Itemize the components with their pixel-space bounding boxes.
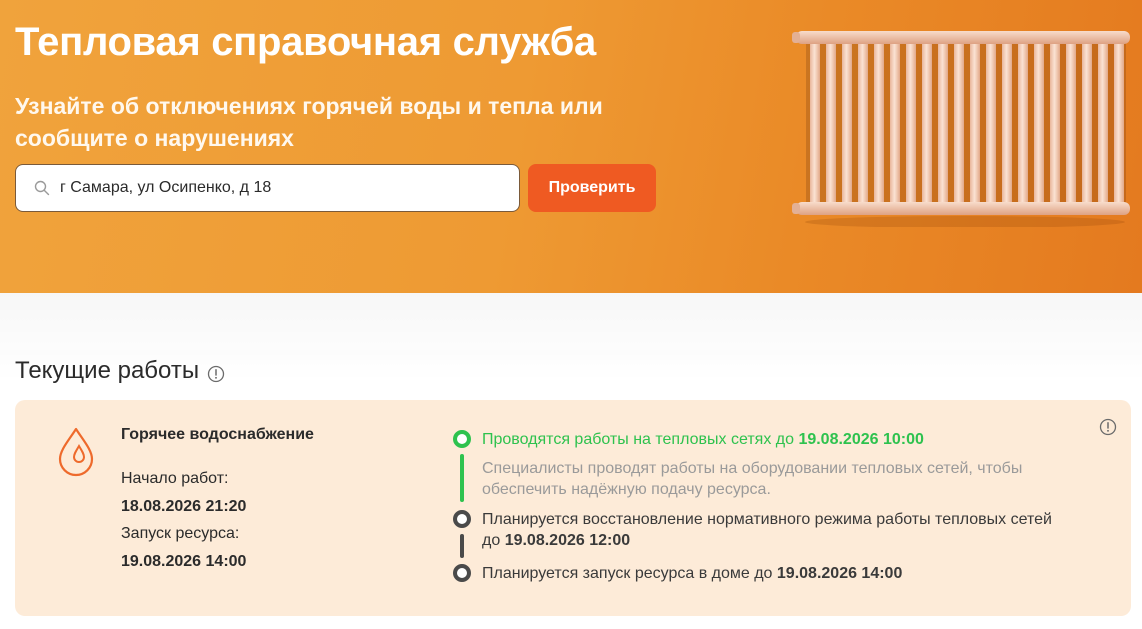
- timeline-connector: [460, 454, 464, 502]
- radiator-fin: [826, 36, 836, 212]
- radiator-fin: [1098, 36, 1108, 212]
- radiator-fin: [954, 36, 964, 212]
- radiator-fin: [922, 36, 932, 212]
- check-button[interactable]: Проверить: [528, 164, 656, 212]
- works-card: Горячее водоснабжение Начало работ: 18.0…: [15, 400, 1131, 616]
- radiator-fin: [858, 36, 868, 212]
- radiator-fin: [906, 36, 916, 212]
- hero-subtitle: Узнайте об отключениях горячей воды и те…: [15, 93, 603, 151]
- timeline-step-1-date: 19.08.2026 10:00: [798, 431, 924, 448]
- radiator-fin: [1002, 36, 1012, 212]
- timeline-step-3-text: Планируется запуск ресурса в доме до: [482, 565, 777, 582]
- info-icon[interactable]: [1099, 418, 1117, 436]
- radiator-fin: [1114, 36, 1124, 212]
- info-icon[interactable]: [207, 362, 225, 383]
- radiator-fin: [1082, 36, 1092, 212]
- timeline-step-2-text: Планируется восстановление нормативного …: [482, 511, 1052, 528]
- timeline-step-2-text-line2: до: [482, 532, 505, 549]
- page-title: Тепловая справочная служба: [15, 20, 596, 64]
- radiator-fin: [842, 36, 852, 212]
- radiator-fin: [970, 36, 980, 212]
- timeline-dot-active: [453, 430, 471, 448]
- service-name: Горячее водоснабжение: [121, 426, 314, 443]
- timeline-connector: [460, 534, 464, 558]
- timeline-step-1-text: Проводятся работы на тепловых сетях до: [482, 431, 799, 448]
- radiator-fin: [874, 36, 884, 212]
- current-works-title: Текущие работы: [15, 357, 200, 384]
- launch-value: 19.08.2026 14:00: [121, 553, 247, 570]
- launch-label: Запуск ресурса:: [121, 525, 240, 542]
- timeline-dot-pending: [453, 564, 471, 582]
- start-label: Начало работ:: [121, 470, 229, 487]
- radiator-fin: [1034, 36, 1044, 212]
- timeline-step-3: Планируется запуск ресурса в доме до 19.…: [482, 563, 902, 584]
- timeline-step-3-date: 19.08.2026 14:00: [776, 565, 903, 582]
- address-search-box[interactable]: [15, 164, 520, 212]
- radiator-fin: [810, 36, 820, 212]
- hero-banner: Тепловая справочная служба Узнайте об от…: [0, 0, 1142, 293]
- radiator-fin: [890, 36, 900, 212]
- timeline-step-2-date: 19.08.2026 12:00: [504, 532, 631, 549]
- timeline-step-1: Проводятся работы на тепловых сетях до 1…: [482, 429, 924, 450]
- current-works-heading: Текущие работы: [15, 357, 225, 385]
- timeline-step-2: Планируется восстановление нормативного …: [482, 509, 1052, 551]
- water-drop-icon: [58, 427, 94, 477]
- radiator-fin: [1050, 36, 1060, 212]
- radiator-fin: [1018, 36, 1028, 212]
- address-search-input[interactable]: [60, 179, 519, 197]
- radiator-fin: [1066, 36, 1076, 212]
- radiator-illustration: [792, 31, 1130, 227]
- radiator-fin: [938, 36, 948, 212]
- timeline-step-1-description: Специалисты проводят работы на оборудова…: [482, 460, 1023, 498]
- radiator-fin: [986, 36, 996, 212]
- timeline-dot-pending: [453, 510, 471, 528]
- search-icon: [34, 180, 50, 196]
- start-value: 18.08.2026 21:20: [121, 498, 247, 515]
